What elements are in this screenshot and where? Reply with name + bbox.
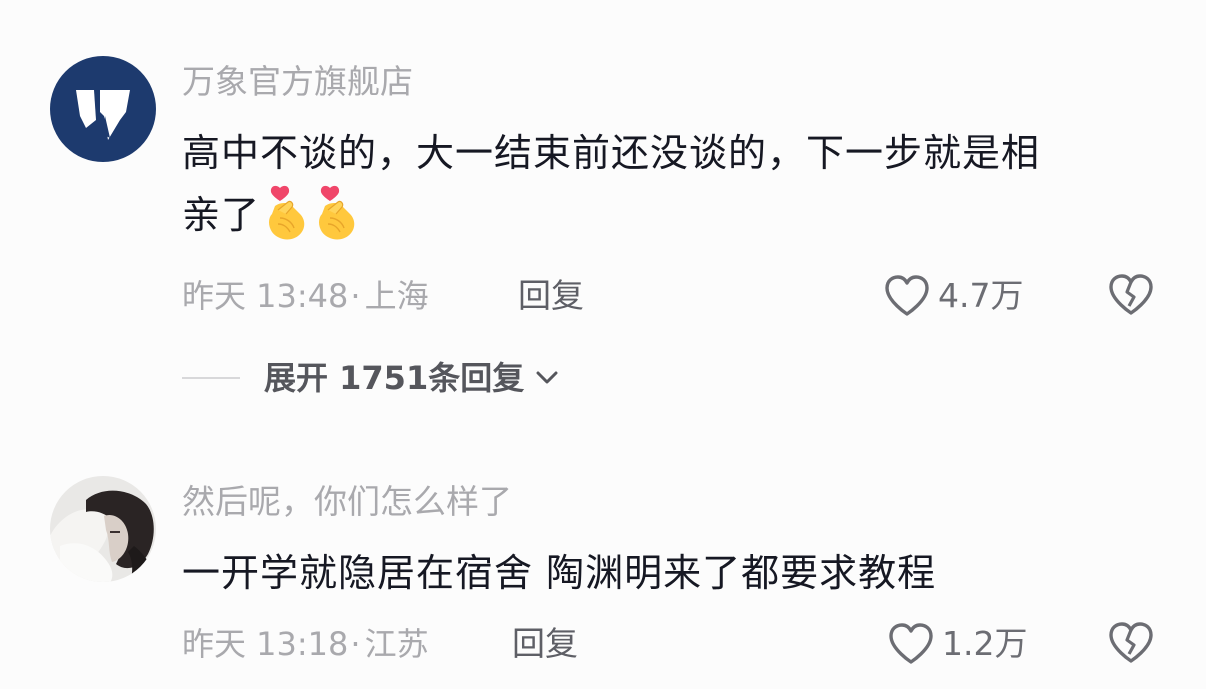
comment-location: 上海 [364,277,429,315]
finger-heart-icon [316,184,360,242]
like-button[interactable]: 4.7万 [884,273,1023,319]
broken-heart-icon [1109,274,1153,315]
like-button[interactable]: 1.2万 [888,621,1027,667]
heart-icon [889,623,933,664]
comment-time: 昨天 13:48 [182,277,349,315]
comment-location: 江苏 [364,625,429,663]
comment-text-line: 高中不谈的，大一结束前还没谈的，下一步就是相 [182,131,1041,175]
avatar[interactable] [50,476,156,582]
avatar[interactable] [50,56,156,162]
comment-time: 昨天 13:18 [182,625,349,663]
comment-text-fragment: 亲了 [182,193,261,237]
expand-replies-button[interactable]: 展开 1751条回复 [182,356,558,400]
chevron-down-icon [536,371,558,384]
like-count: 1.2万 [942,624,1028,663]
dislike-button[interactable] [1108,274,1154,316]
divider [182,377,240,379]
broken-heart-icon [1109,622,1153,663]
comment-text: 高中不谈的，大一结束前还没谈的，下一步就是相 亲了 [182,122,1172,246]
separator: · [350,625,361,663]
comment-meta: 昨天 13:48· 上海 [182,276,429,316]
reply-button[interactable]: 回复 [518,276,584,316]
dislike-button[interactable] [1108,622,1154,664]
comment-meta: 昨天 13:18· 江苏 [182,624,429,664]
username[interactable]: 然后呢，你们怎么样了 [182,482,512,522]
reply-button[interactable]: 回复 [512,624,578,664]
separator: · [350,277,361,315]
comment-text-line: 一开学就隐居在宿舍 陶渊明来了都要求教程 [182,551,937,595]
comment-section: 万象官方旗舰店 高中不谈的，大一结束前还没谈的，下一步就是相 亲了 昨天 13:… [0,0,1206,689]
finger-heart-icon [266,184,310,242]
expand-replies-label: 展开 1751条回复 [264,359,525,397]
username[interactable]: 万象官方旗舰店 [182,62,413,102]
comment-text-line: 亲了 [182,184,1172,246]
heart-icon [885,275,929,316]
comment-text: 一开学就隐居在宿舍 陶渊明来了都要求教程 [182,542,1172,604]
like-count: 4.7万 [938,276,1024,315]
